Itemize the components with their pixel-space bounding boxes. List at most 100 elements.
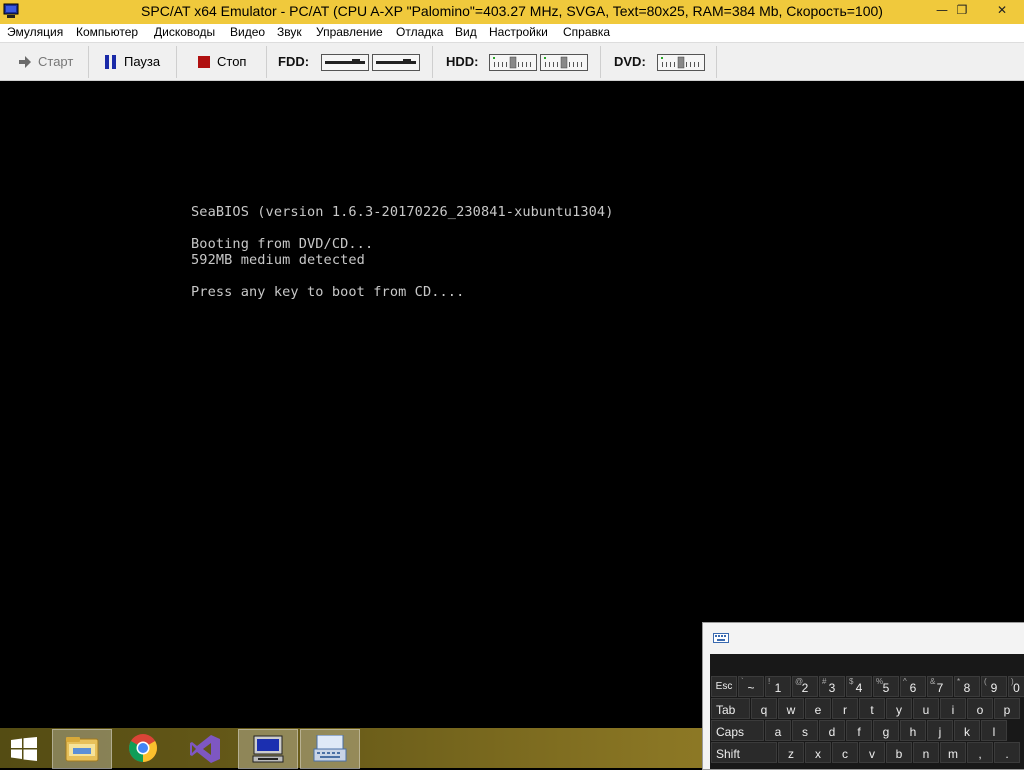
menu-debug[interactable]: Отладка — [396, 25, 443, 39]
pause-icon — [105, 55, 116, 69]
taskbar-file-explorer[interactable] — [52, 729, 112, 769]
key-v[interactable]: v — [859, 742, 885, 763]
stop-label: Стоп — [217, 54, 247, 69]
menu-drives[interactable]: Дисководы — [154, 25, 215, 39]
key-tab[interactable]: Tab — [711, 698, 750, 719]
hdd-drive-1[interactable] — [540, 54, 588, 71]
start-menu-button[interactable] — [0, 729, 50, 767]
dvd-drive-icon — [661, 56, 699, 69]
taskbar-visual-studio[interactable] — [176, 729, 234, 767]
key-o[interactable]: o — [967, 698, 993, 719]
key-4[interactable]: $4 — [846, 676, 872, 697]
pause-label: Пауза — [124, 54, 161, 69]
file-explorer-icon — [65, 737, 99, 762]
fdd-drive-a[interactable] — [321, 54, 369, 71]
press-key-line: Press any key to boot from CD.... — [191, 284, 465, 300]
on-screen-keyboard-icon — [313, 735, 347, 762]
key-d[interactable]: d — [819, 720, 845, 741]
key-tilde[interactable]: ` ~ — [738, 676, 764, 697]
key-2[interactable]: @2 — [792, 676, 818, 697]
medium-detected-line: 592MB medium detected — [191, 252, 365, 268]
menu-view[interactable]: Вид — [455, 25, 477, 39]
menu-help[interactable]: Справка — [563, 25, 610, 39]
key-t[interactable]: t — [859, 698, 885, 719]
keyboard-keys-area: Esc ` ~ ! 1 @2 #3 $4 % 5 ^ 6 & 7 * 8 (9 ) 0 Tab… — [710, 654, 1024, 769]
close-icon[interactable]: ✕ — [982, 0, 1022, 20]
key-7[interactable]: & 7 — [927, 676, 953, 697]
pause-button[interactable]: Пауза — [96, 48, 170, 76]
toolbar-separator — [176, 46, 177, 78]
key-q[interactable]: q — [751, 698, 777, 719]
key-5[interactable]: % 5 — [873, 676, 899, 697]
arrow-right-icon — [19, 56, 31, 68]
key-1[interactable]: ! 1 — [765, 676, 791, 697]
hdd-label: HDD: — [446, 54, 479, 69]
key-x[interactable]: x — [805, 742, 831, 763]
toolbar-separator — [600, 46, 601, 78]
start-button[interactable]: Старт — [10, 48, 82, 76]
key-6[interactable]: ^ 6 — [900, 676, 926, 697]
start-label: Старт — [38, 54, 74, 69]
key-shift[interactable]: Shift — [711, 742, 777, 763]
key-esc[interactable]: Esc — [711, 676, 737, 697]
key-k[interactable]: k — [954, 720, 980, 741]
key-a[interactable]: a — [765, 720, 791, 741]
key-y[interactable]: y — [886, 698, 912, 719]
windows-logo-icon — [11, 737, 37, 761]
emulator-icon — [252, 735, 284, 763]
key-m[interactable]: m — [940, 742, 966, 763]
dvd-drive[interactable] — [657, 54, 705, 71]
hard-disk-icon — [544, 56, 582, 69]
keyboard-icon — [713, 633, 729, 643]
hdd-drive-0[interactable] — [489, 54, 537, 71]
taskbar-chrome[interactable] — [114, 729, 172, 767]
key-r[interactable]: r — [832, 698, 858, 719]
toolbar-separator — [432, 46, 433, 78]
key-comma[interactable]: , — [967, 742, 993, 763]
menu-control[interactable]: Управление — [316, 25, 383, 39]
key-9[interactable]: (9 — [981, 676, 1007, 697]
menu-settings[interactable]: Настройки — [489, 25, 548, 39]
key-l[interactable]: l — [981, 720, 1007, 741]
menu-sound[interactable]: Звук — [277, 25, 302, 39]
stop-button[interactable]: Стоп — [188, 48, 260, 76]
key-i[interactable]: i — [940, 698, 966, 719]
key-j[interactable]: j — [927, 720, 953, 741]
key-u[interactable]: u — [913, 698, 939, 719]
toolbar-separator — [88, 46, 89, 78]
key-period[interactable]: . — [994, 742, 1020, 763]
key-s[interactable]: s — [792, 720, 818, 741]
key-n[interactable]: n — [913, 742, 939, 763]
key-p[interactable]: p — [994, 698, 1020, 719]
dvd-label: DVD: — [614, 54, 646, 69]
key-f[interactable]: f — [846, 720, 872, 741]
restore-icon[interactable]: ❐ — [946, 0, 978, 20]
toolbar-separator — [266, 46, 267, 78]
taskbar-on-screen-keyboard[interactable] — [300, 729, 360, 769]
toolbar-separator — [716, 46, 717, 78]
menu-emulation[interactable]: Эмуляция — [7, 25, 63, 39]
key-c[interactable]: c — [832, 742, 858, 763]
toolbar: Старт Пауза Стоп FDD: HDD: DVD: — [0, 43, 1024, 81]
key-h[interactable]: h — [900, 720, 926, 741]
on-screen-keyboard-window[interactable]: Esc ` ~ ! 1 @2 #3 $4 % 5 ^ 6 & 7 * 8 (9 ) 0 Tab… — [702, 622, 1024, 770]
key-0[interactable]: ) 0 — [1008, 676, 1024, 697]
boot-status-line: Booting from DVD/CD... — [191, 236, 374, 252]
key-e[interactable]: e — [805, 698, 831, 719]
key-g[interactable]: g — [873, 720, 899, 741]
key-caps[interactable]: Caps — [711, 720, 764, 741]
key-z[interactable]: z — [778, 742, 804, 763]
fdd-label: FDD: — [278, 54, 310, 69]
title-bar: SPC/AT x64 Emulator - PC/AT (CPU A-XP "P… — [0, 0, 1024, 24]
floppy-drive-icon — [325, 59, 365, 64]
key-w[interactable]: w — [778, 698, 804, 719]
key-3[interactable]: #3 — [819, 676, 845, 697]
taskbar-emulator[interactable] — [238, 729, 298, 769]
menu-video[interactable]: Видео — [230, 25, 265, 39]
key-b[interactable]: b — [886, 742, 912, 763]
visual-studio-icon — [190, 735, 220, 763]
fdd-drive-b[interactable] — [372, 54, 420, 71]
key-8[interactable]: * 8 — [954, 676, 980, 697]
bios-version-line: SeaBIOS (version 1.6.3-20170226_230841-x… — [191, 204, 614, 220]
menu-computer[interactable]: Компьютер — [76, 25, 138, 39]
